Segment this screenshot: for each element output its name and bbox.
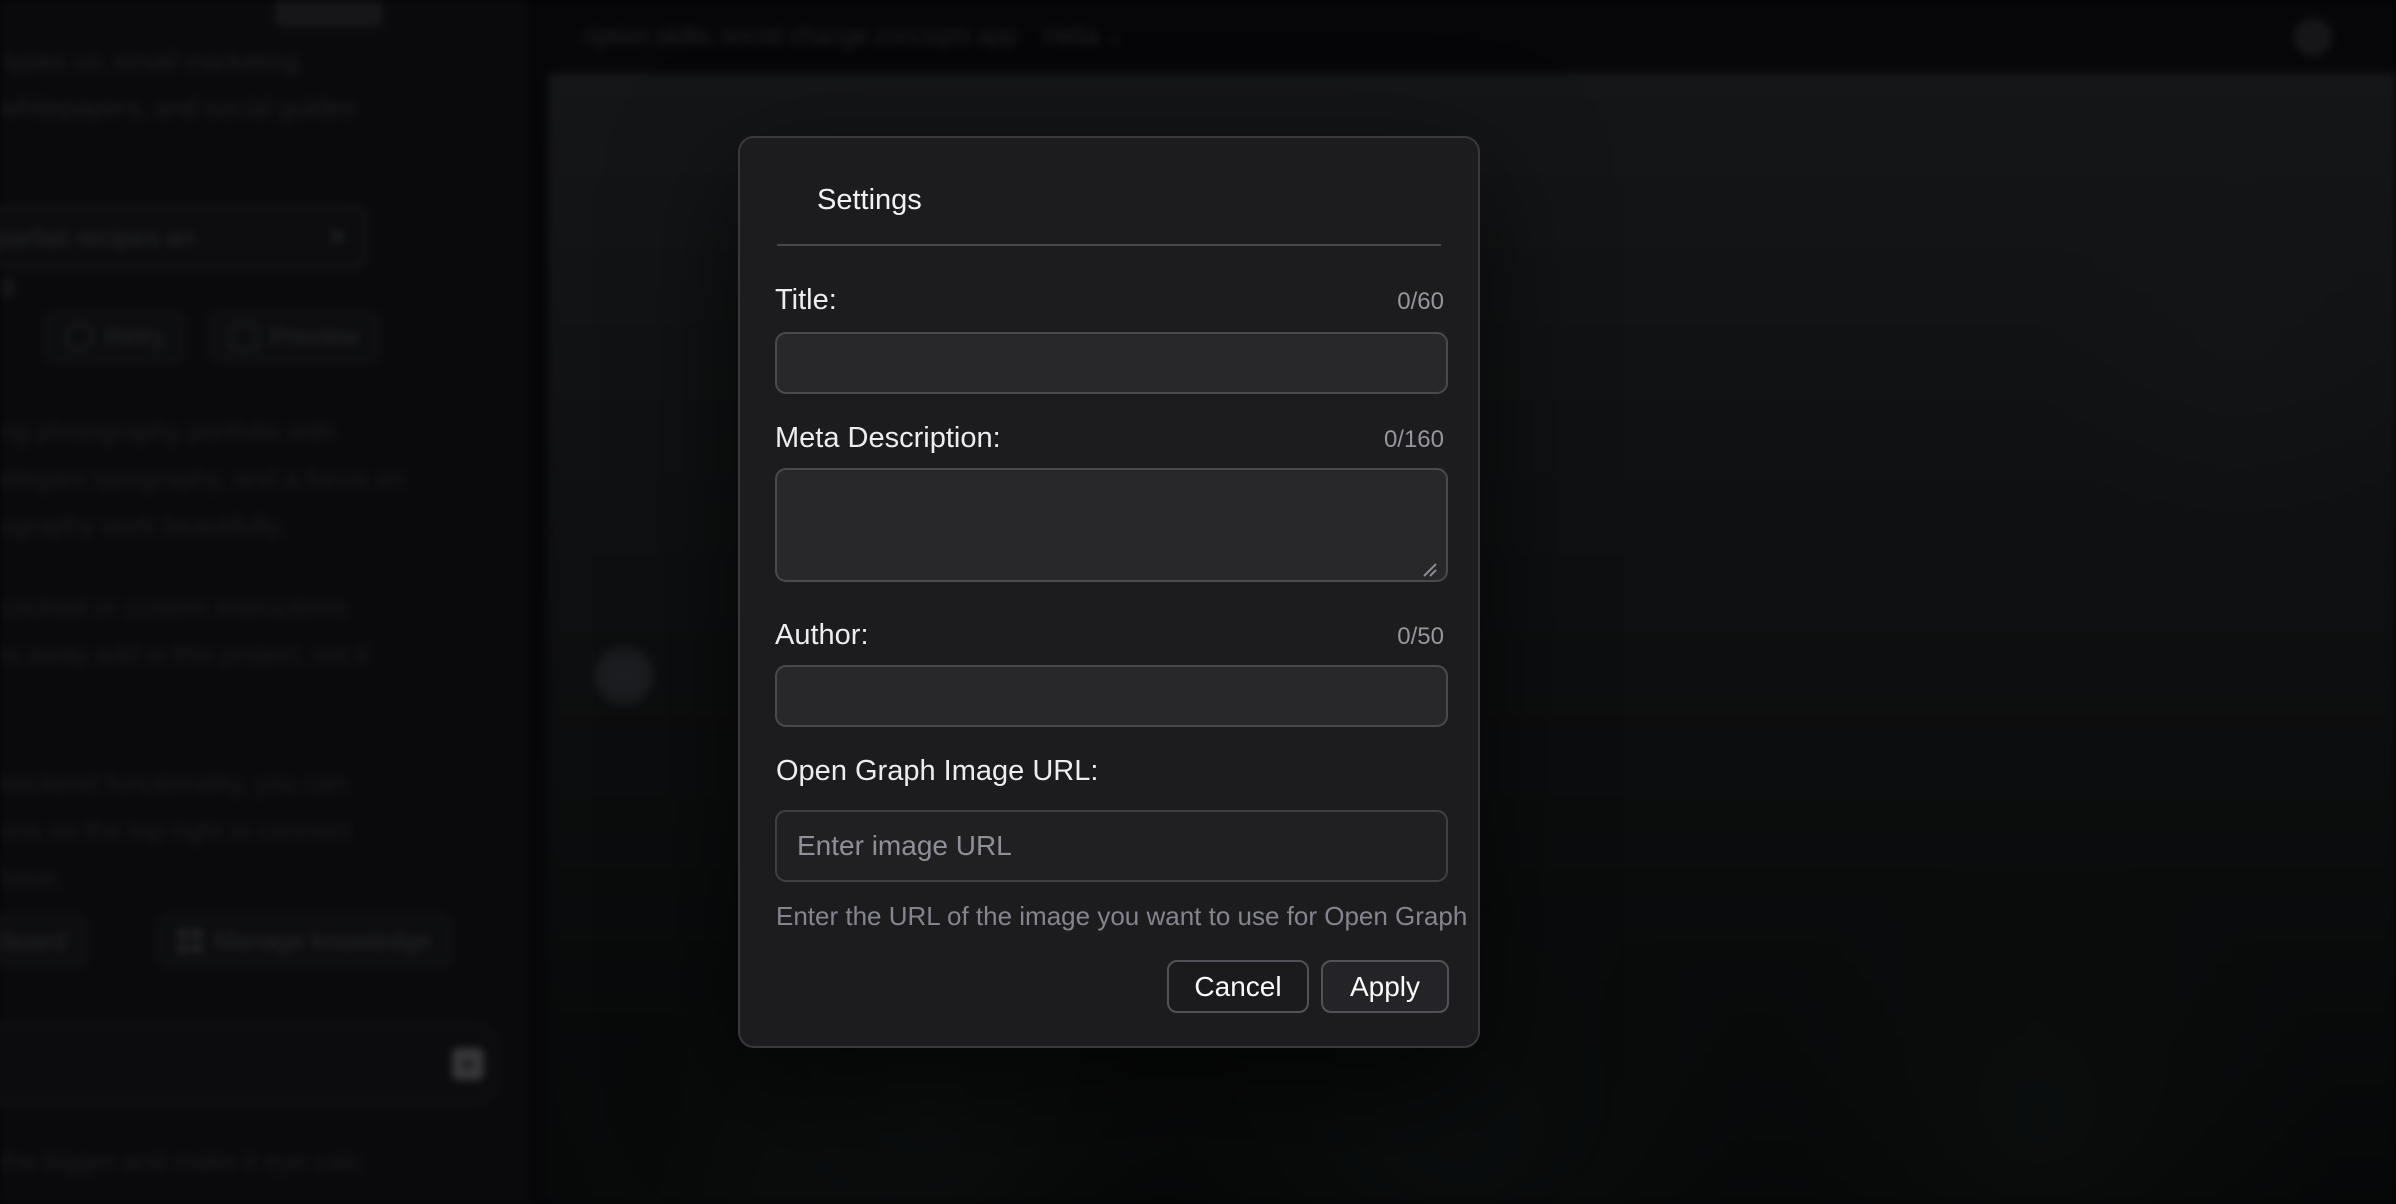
title-input[interactable] xyxy=(775,332,1448,394)
og-image-url-helper-text: Enter the URL of the image you want to u… xyxy=(776,901,1467,932)
dialog-title: Settings xyxy=(817,184,922,217)
title-char-counter: 0/60 xyxy=(1397,288,1444,316)
title-field-label: Title: xyxy=(775,284,837,317)
cancel-button[interactable]: Cancel xyxy=(1167,960,1309,1013)
og-image-url-label: Open Graph Image URL: xyxy=(776,755,1098,788)
resize-handle-icon[interactable] xyxy=(1418,558,1438,578)
og-image-url-input[interactable] xyxy=(775,810,1448,882)
divider xyxy=(777,244,1441,246)
author-char-counter: 0/50 xyxy=(1397,623,1444,651)
apply-button[interactable]: Apply xyxy=(1321,960,1449,1013)
settings-dialog: Settings Title: 0/60 Meta Description: 0… xyxy=(738,136,1480,1048)
author-field-label: Author: xyxy=(775,619,869,652)
meta-description-label: Meta Description: xyxy=(775,422,1001,455)
meta-description-char-counter: 0/160 xyxy=(1384,426,1444,454)
meta-description-textarea[interactable] xyxy=(775,468,1448,582)
author-input[interactable] xyxy=(775,665,1448,727)
